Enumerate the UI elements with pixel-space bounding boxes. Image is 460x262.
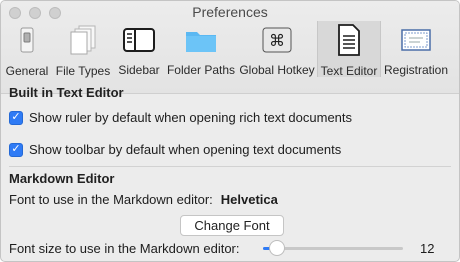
tab-text-editor[interactable]: Text Editor [317,21,381,78]
tab-sidebar[interactable]: Sidebar [113,21,165,77]
command-key-icon: ⌘ [260,25,294,54]
sidebar-icon [122,25,156,54]
svg-text:⌘: ⌘ [269,31,285,50]
toolbar-checkbox[interactable]: ✓ [9,142,23,157]
markdown-font-value: Helvetica [220,192,278,207]
font-size-slider[interactable] [263,240,403,256]
change-font-button[interactable]: Change Font [180,215,284,236]
built-in-editor-heading: Built in Text Editor [9,85,124,100]
ruler-checkbox-label: Show ruler by default when opening rich … [29,110,353,125]
tab-registration[interactable]: Registration [381,21,451,77]
title-bar: Preferences General File Types Sidebar F… [1,1,459,94]
markdown-size-label: Font size to use in the Markdown editor: [9,241,240,256]
certificate-icon [399,25,433,54]
font-size-slider-knob[interactable] [269,240,285,256]
ruler-option[interactable]: ✓ Show ruler by default when opening ric… [9,110,352,125]
markdown-editor-heading: Markdown Editor [9,171,115,186]
section-divider [9,166,451,167]
markdown-font-row: Font to use in the Markdown editor: Helv… [9,192,278,207]
general-switch-icon [10,25,44,55]
preferences-toolbar: General File Types Sidebar Folder Paths … [1,21,459,78]
toolbar-option[interactable]: ✓ Show toolbar by default when opening t… [9,142,341,157]
tab-global-hotkey[interactable]: ⌘ Global Hotkey [237,21,317,77]
toolbar-checkbox-label: Show toolbar by default when opening tex… [29,142,342,157]
tab-folder-paths[interactable]: Folder Paths [165,21,237,77]
folder-icon [184,25,218,54]
font-size-value: 12 [420,241,435,256]
tab-general[interactable]: General [1,21,53,78]
window-title: Preferences [192,4,268,20]
tab-file-types[interactable]: File Types [53,21,113,78]
preferences-window: Preferences General File Types Sidebar F… [0,0,460,262]
file-stack-icon [66,25,100,55]
ruler-checkbox[interactable]: ✓ [9,110,23,125]
text-document-icon [332,24,366,56]
markdown-font-label: Font to use in the Markdown editor: [9,192,213,207]
